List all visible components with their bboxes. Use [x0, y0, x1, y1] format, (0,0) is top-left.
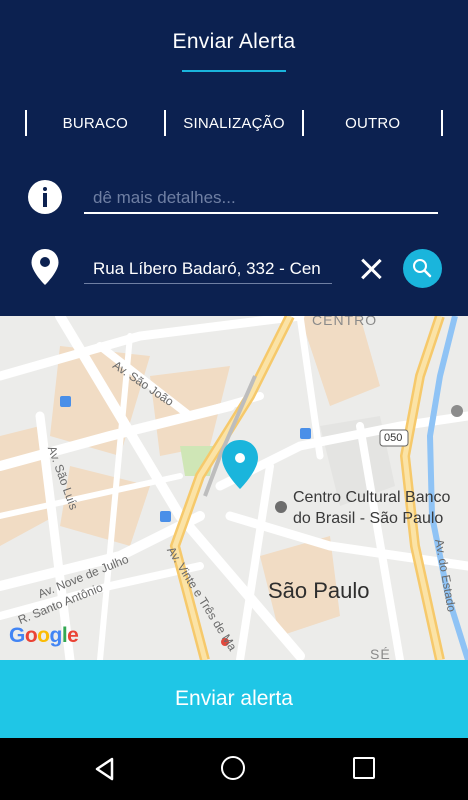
category-buraco[interactable]: BURACO — [27, 110, 164, 138]
category-sinalizacao[interactable]: SINALIZAÇÃO — [166, 110, 303, 138]
category-divider — [441, 110, 444, 136]
info-icon — [28, 180, 62, 214]
highway-badge: 050 — [384, 432, 403, 444]
recent-apps-icon[interactable] — [353, 757, 375, 779]
home-icon[interactable] — [221, 756, 245, 780]
title-underline — [182, 70, 286, 72]
details-field[interactable] — [84, 184, 438, 214]
poi-label-line1: Centro Cultural Banco — [293, 489, 451, 506]
back-icon[interactable] — [92, 756, 118, 782]
city-label: São Paulo — [268, 578, 370, 603]
category-selector: BURACO SINALIZAÇÃO OUTRO — [25, 110, 444, 138]
send-alert-button[interactable]: Enviar alerta — [0, 660, 468, 738]
poi-label-line2: do Brasil - São Paulo — [293, 510, 444, 527]
system-nav-bar — [0, 738, 468, 800]
google-logo: Google — [9, 624, 79, 647]
clear-address-button[interactable] — [356, 254, 386, 284]
map-view[interactable]: CENTRO Av. São João Av. São Luís Av. Nov… — [0, 316, 468, 660]
category-outro[interactable]: OUTRO — [304, 110, 441, 138]
page-title: Enviar Alerta — [172, 30, 296, 53]
map-area-label-bottom: SÉ — [370, 646, 391, 660]
location-pin-icon — [31, 249, 59, 285]
search-icon — [413, 259, 432, 278]
address-field[interactable] — [84, 254, 332, 284]
map-area-label: CENTRO — [312, 316, 378, 328]
search-address-button[interactable] — [403, 249, 442, 288]
alert-form-header: Enviar Alerta BURACO SINALIZAÇÃO OUTRO — [0, 0, 468, 316]
